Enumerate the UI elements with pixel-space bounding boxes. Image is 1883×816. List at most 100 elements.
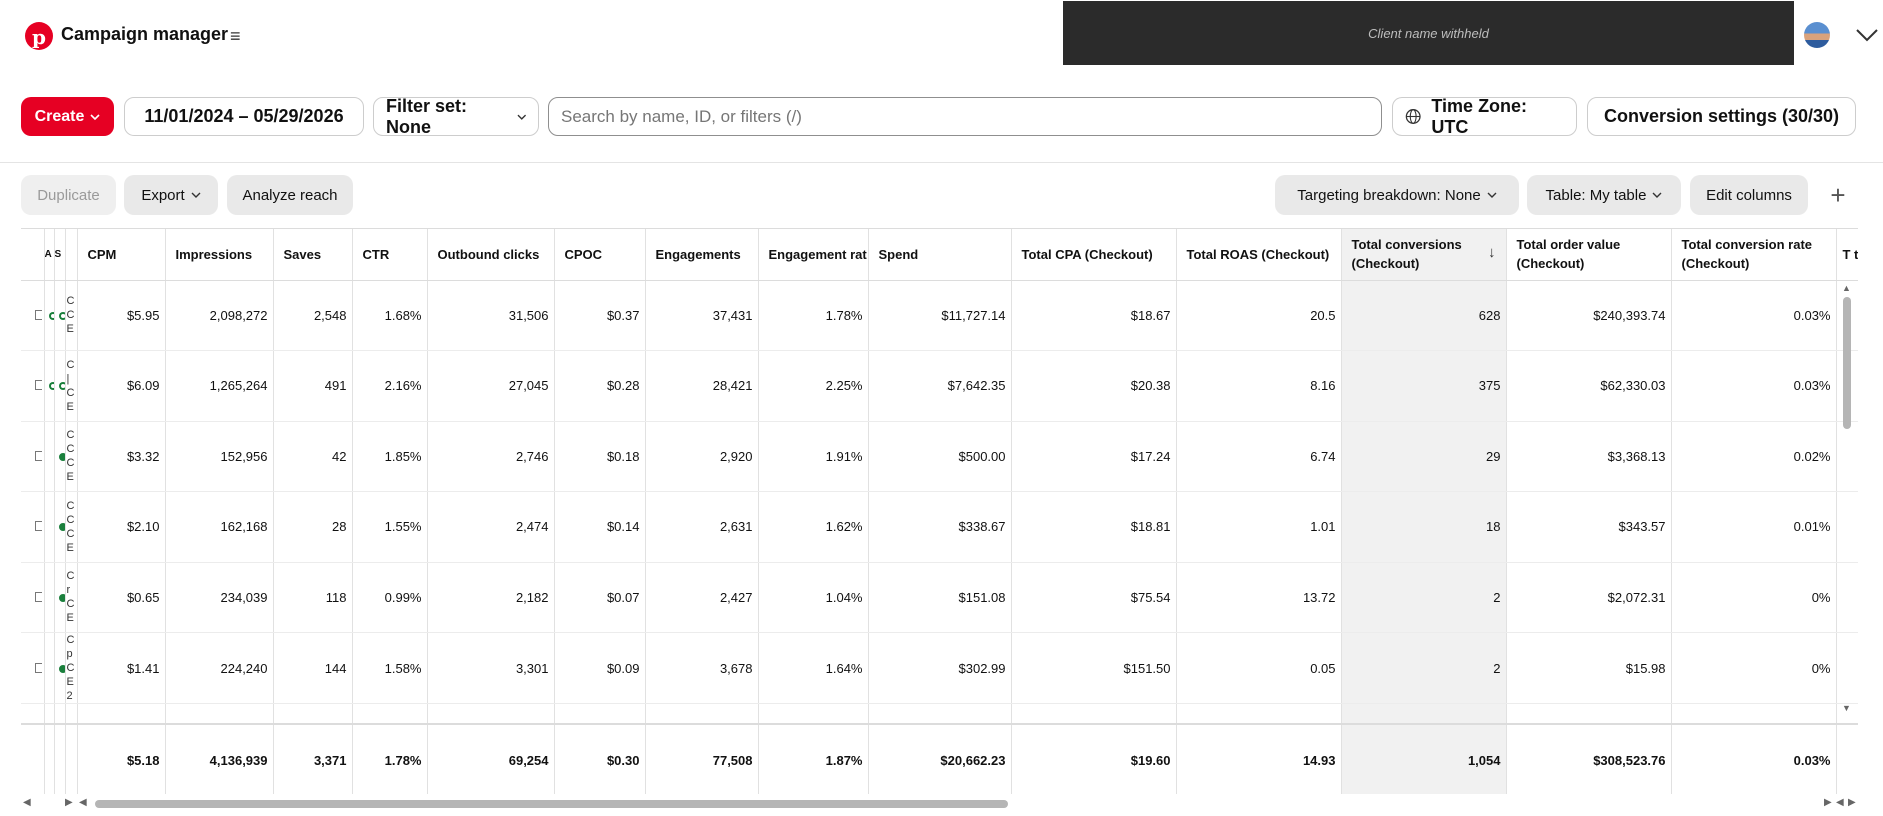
table-cell: $151.08 [868, 562, 1012, 633]
row-checkbox-cell[interactable] [21, 421, 45, 492]
row-checkbox[interactable] [35, 450, 42, 461]
row-name-truncated[interactable]: C C E [67, 294, 77, 336]
row-status-cell [54, 421, 66, 492]
horizontal-scrollbar[interactable]: ◀ ▶ ◀ ▶ ◀ ▶ [21, 797, 1858, 811]
row-toggle-cell[interactable] [44, 632, 55, 704]
export-button[interactable]: Export [124, 175, 218, 215]
date-range-picker[interactable]: 11/01/2024 – 05/29/2026 [124, 97, 364, 136]
row-name-cell[interactable]: C C E [65, 280, 78, 351]
filter-set-dropdown[interactable]: Filter set: None [373, 96, 539, 137]
account-chevron-down-icon[interactable] [1855, 25, 1879, 45]
row-toggle-cell[interactable] [44, 562, 55, 633]
table-row[interactable]: C C C E $2.10 162,168 28 1.55% 2,474 $0.14 2,63… [21, 491, 1858, 563]
row-checkbox[interactable] [35, 309, 42, 320]
column-header-truncated[interactable]: T t [1836, 229, 1858, 281]
row-name-truncated[interactable]: C p C E 2 [67, 633, 77, 703]
horizontal-scroll-thumb[interactable] [95, 800, 1008, 808]
row-name-truncated[interactable]: C r C E [67, 569, 77, 625]
row-checkbox-cell[interactable] [21, 280, 45, 351]
vertical-scrollbar[interactable]: ▲ ▼ [1840, 283, 1854, 723]
duplicate-label: Duplicate [37, 186, 100, 204]
select-all-header[interactable] [21, 229, 45, 281]
pinterest-logo[interactable]: p [25, 22, 53, 50]
column-header-outbound-clicks[interactable]: Outbound clicks [427, 229, 555, 281]
table-row[interactable]: C r C E $0.65 234,039 118 0.99% 2,182 $0.07 2,4… [21, 562, 1858, 633]
status-toggle-icon[interactable] [48, 311, 53, 320]
scroll-left-arrow-icon[interactable]: ◀ [23, 797, 31, 808]
row-checkbox[interactable] [35, 380, 42, 391]
column-header-cpoc[interactable]: CPOC [554, 229, 646, 281]
search-input[interactable]: Search by name, ID, or filters (/) [548, 97, 1382, 136]
duplicate-button[interactable]: Duplicate [21, 175, 116, 215]
column-header-total-conversion-rate[interactable]: Total conversion rate (Checkout) [1671, 229, 1837, 281]
row-name-truncated[interactable]: C C C E [67, 499, 77, 555]
header-s[interactable]: S [54, 229, 66, 281]
row-checkbox-cell[interactable] [21, 491, 45, 563]
table-cell: 2,631 [645, 491, 759, 563]
conversion-settings-button[interactable]: Conversion settings (30/30) [1587, 97, 1856, 136]
column-header-total-cpa[interactable]: Total CPA (Checkout) [1011, 229, 1177, 281]
targeting-breakdown-dropdown[interactable]: Targeting breakdown: None [1275, 175, 1519, 215]
row-name-truncated[interactable]: C | C E [67, 358, 77, 414]
table-cell [427, 703, 555, 724]
table-cell: $3.32 [77, 421, 166, 492]
header-name[interactable] [65, 229, 78, 281]
row-checkbox[interactable] [35, 591, 42, 602]
table-cell: 2,474 [427, 491, 555, 563]
row-name-cell[interactable]: C C C E [65, 491, 78, 563]
row-toggle-cell[interactable] [44, 280, 55, 351]
column-header-impressions[interactable]: Impressions [165, 229, 274, 281]
totals-cell: 0.03% [1671, 722, 1837, 794]
column-header-cpm[interactable]: CPM [77, 229, 166, 281]
column-header-saves[interactable]: Saves [273, 229, 353, 281]
column-header-ctr[interactable]: CTR [352, 229, 428, 281]
analyze-reach-button[interactable]: Analyze reach [227, 175, 353, 215]
row-checkbox[interactable] [35, 662, 42, 673]
column-header-engagements[interactable]: Engagements [645, 229, 759, 281]
row-checkbox-cell[interactable] [21, 632, 45, 704]
row-checkbox-cell[interactable] [21, 562, 45, 633]
analyze-reach-label: Analyze reach [242, 186, 338, 204]
column-header-total-order-value[interactable]: Total order value (Checkout) [1506, 229, 1672, 281]
scroll-up-arrow-icon[interactable]: ▲ [1842, 283, 1851, 293]
avatar[interactable] [1804, 22, 1830, 48]
row-toggle-cell[interactable] [44, 491, 55, 563]
row-checkbox-cell[interactable] [21, 350, 45, 422]
edit-columns-button[interactable]: Edit columns [1690, 175, 1808, 215]
status-toggle-icon[interactable] [48, 382, 53, 391]
column-header-spend[interactable]: Spend [868, 229, 1012, 281]
scroll-right-arrow-icon[interactable]: ▶ [1848, 797, 1856, 808]
scroll-right-arrow-icon[interactable]: ▶ [1824, 797, 1832, 808]
row-toggle-cell[interactable] [44, 421, 55, 492]
vertical-scroll-thumb[interactable] [1843, 297, 1851, 429]
scroll-left-arrow-icon[interactable]: ◀ [1836, 797, 1844, 808]
table-row[interactable]: C | C E $6.09 1,265,264 491 2.16% 27,045 $0.28… [21, 350, 1858, 422]
table-row[interactable]: C C E $5.95 2,098,272 2,548 1.68% 31,506 $0.37… [21, 280, 1858, 351]
column-header-total-conversions[interactable]: ↓ Total conversions (Checkout) [1341, 229, 1507, 281]
create-button[interactable]: Create [21, 97, 114, 136]
row-name-cell[interactable]: C | C E [65, 350, 78, 422]
header-a[interactable]: A [44, 229, 55, 281]
scroll-left-arrow-icon[interactable]: ◀ [79, 797, 87, 808]
table-cell [273, 703, 353, 724]
status-indicator-icon [58, 593, 64, 602]
row-name-truncated[interactable]: C C C E [67, 428, 77, 484]
scroll-down-arrow-icon[interactable]: ▼ [1842, 703, 1851, 713]
plus-icon[interactable]: + [1823, 180, 1853, 210]
hamburger-menu-icon[interactable]: ≡ [230, 25, 241, 47]
scroll-right-arrow-icon[interactable]: ▶ [65, 797, 73, 808]
row-checkbox[interactable] [35, 521, 42, 532]
column-header-engagement-rate[interactable]: Engagement rat [758, 229, 869, 281]
table-view-dropdown[interactable]: Table: My table [1527, 175, 1681, 215]
table-row[interactable]: C p C E 2 $1.41 224,240 144 1.58% 3,301 $0.09 3… [21, 632, 1858, 704]
row-name-cell[interactable]: C p C E 2 [65, 632, 78, 704]
column-header-total-roas[interactable]: Total ROAS (Checkout) [1176, 229, 1342, 281]
table-cell: 0.03% [1671, 350, 1837, 422]
table-cell: 18 [1341, 491, 1507, 563]
time-zone-selector[interactable]: Time Zone: UTC [1392, 96, 1577, 137]
table-row[interactable]: C C C E $3.32 152,956 42 1.85% 2,746 $0.18 2,92… [21, 421, 1858, 492]
row-name-cell[interactable]: C C C E [65, 421, 78, 492]
sort-down-arrow-icon[interactable]: ↓ [1488, 243, 1496, 262]
row-toggle-cell[interactable] [44, 350, 55, 422]
row-name-cell[interactable]: C r C E [65, 562, 78, 633]
